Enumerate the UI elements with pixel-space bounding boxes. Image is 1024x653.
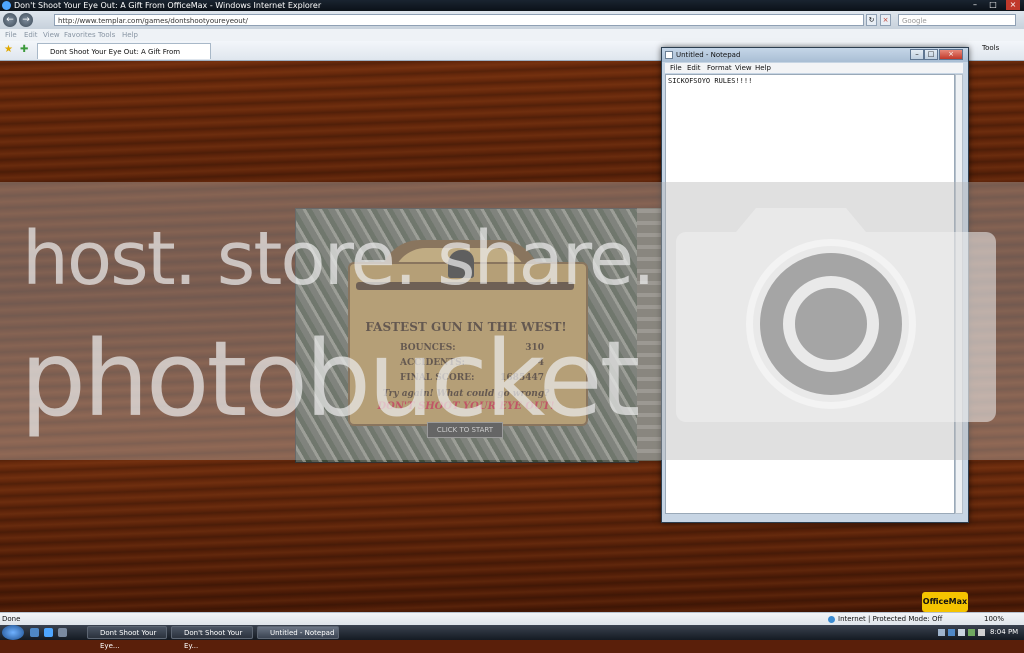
window-title: Don't Shoot Your Eye Out: A Gift From Of…: [14, 1, 322, 10]
stop-icon[interactable]: ×: [880, 14, 891, 26]
minimize-icon[interactable]: –: [968, 0, 982, 10]
status-bar: Done Internet | Protected Mode: Off 100%: [0, 612, 1024, 626]
tab-active[interactable]: Dont Shoot Your Eye Out: A Gift From Off…: [37, 43, 211, 72]
refresh-icon[interactable]: ↻: [866, 14, 877, 26]
ie-quicklaunch-icon[interactable]: [44, 628, 53, 637]
notepad-icon: [665, 51, 673, 59]
notepad-title: Untitled - Notepad: [676, 51, 741, 59]
menu-bar: File Edit View Favorites Tools Help: [0, 29, 1024, 41]
forward-icon[interactable]: →: [19, 13, 33, 27]
switch-windows-icon[interactable]: [58, 628, 67, 637]
taskbar: Dont Shoot Your Eye... Don't Shoot Your …: [0, 625, 1024, 650]
maximize-icon[interactable]: □: [986, 0, 1000, 10]
officemax-logo[interactable]: OfficeMax: [922, 592, 968, 612]
menu-view[interactable]: View: [43, 29, 60, 41]
notepad-menu-file[interactable]: File: [670, 63, 682, 73]
notepad-menu-format[interactable]: Format: [707, 63, 732, 73]
watermark-brand: photobucket: [20, 318, 640, 440]
window-title-bar: Don't Shoot Your Eye Out: A Gift From Of…: [0, 0, 1024, 11]
menu-tools[interactable]: Tools: [98, 29, 115, 41]
notepad-close-icon[interactable]: ×: [939, 49, 963, 60]
address-toolbar: ← → http://www.templar.com/games/dontsho…: [0, 11, 1024, 29]
menu-edit[interactable]: Edit: [24, 29, 38, 41]
menu-favorites[interactable]: Favorites: [64, 29, 96, 41]
notepad-maximize-icon[interactable]: □: [924, 49, 938, 60]
notepad-menu-view[interactable]: View: [735, 63, 752, 73]
ie-icon: [2, 1, 11, 10]
address-input[interactable]: http://www.templar.com/games/dontshootyo…: [54, 14, 864, 26]
start-button[interactable]: [2, 625, 24, 640]
globe-icon: [828, 616, 835, 623]
clock[interactable]: 8:04 PM: [990, 625, 1018, 640]
menu-help[interactable]: Help: [122, 29, 138, 41]
taskbar-button-ie-2[interactable]: Don't Shoot Your Ey...: [171, 626, 253, 650]
notepad-title-bar[interactable]: Untitled - Notepad – □ ×: [662, 48, 968, 62]
favorites-star-icon[interactable]: ★: [4, 44, 13, 55]
tools-button[interactable]: Tools: [982, 44, 999, 52]
taskbar-button-notepad[interactable]: Untitled - Notepad: [257, 626, 339, 639]
camera-icon: [676, 208, 996, 422]
notepad-menu-edit[interactable]: Edit: [687, 63, 701, 73]
system-tray-icons[interactable]: [938, 628, 986, 637]
watermark-tagline: host. store. share.: [22, 216, 656, 302]
notepad-menu-help[interactable]: Help: [755, 63, 771, 73]
add-favorite-icon[interactable]: ✚: [20, 44, 28, 55]
taskbar-button-ie-1[interactable]: Dont Shoot Your Eye...: [87, 626, 167, 650]
show-desktop-icon[interactable]: [30, 628, 39, 637]
notepad-minimize-icon[interactable]: –: [910, 49, 924, 60]
close-icon[interactable]: ×: [1006, 0, 1020, 10]
search-input[interactable]: Google: [898, 14, 1016, 26]
menu-file[interactable]: File: [5, 29, 17, 41]
notepad-menu-bar: File Edit Format View Help: [665, 63, 963, 73]
back-icon[interactable]: ←: [3, 13, 17, 27]
